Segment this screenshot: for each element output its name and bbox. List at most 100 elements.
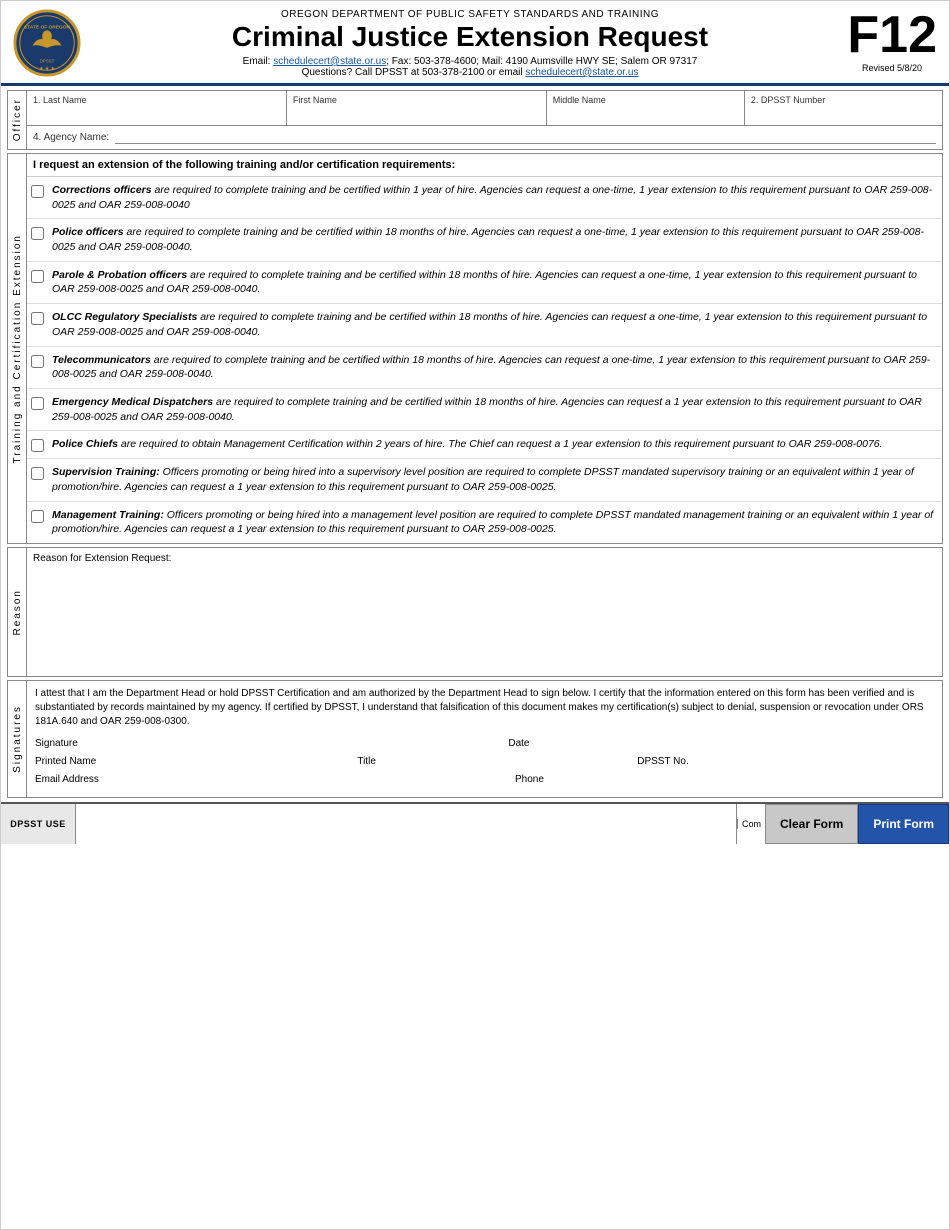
officer-section: Officer 1. Last Name First Name Middle N… <box>7 90 943 150</box>
mail-info: Mail: 4190 Aumsville HWY SE; Salem OR 97… <box>482 56 697 67</box>
phone-input[interactable] <box>550 773 934 785</box>
title-label: Title <box>357 756 376 767</box>
email-phone-row: Email Address Phone <box>35 773 934 785</box>
reason-textarea[interactable] <box>33 568 936 668</box>
sig-statement: I attest that I am the Department Head o… <box>35 687 934 729</box>
svg-text:★ ★ ★: ★ ★ ★ <box>39 66 55 72</box>
reason-for-extension-label: Reason for Extension Request: <box>33 553 936 564</box>
printed-name-row: Printed Name Title DPSST No. <box>35 755 934 767</box>
header-center: OREGON DEPARTMENT OF PUBLIC SAFETY STAND… <box>93 9 847 78</box>
corrections-officers-text: Corrections officers are required to com… <box>52 183 938 212</box>
printed-name-label: Printed Name <box>35 756 96 767</box>
corrections-officers-checkbox[interactable] <box>31 185 44 198</box>
date-label: Date <box>508 738 529 749</box>
last-name-label: 1. Last Name <box>33 95 280 105</box>
training-label: Training and Certification Extension <box>7 153 27 544</box>
police-officers-text: Police officers are required to complete… <box>52 225 938 254</box>
reason-inner: Reason for Extension Request: <box>27 547 943 677</box>
olcc-checkbox[interactable] <box>31 312 44 325</box>
clear-form-button[interactable]: Clear Form <box>765 804 858 844</box>
training-label-text: Training and Certification Extension <box>12 234 23 464</box>
agency-name-input[interactable] <box>115 131 936 144</box>
list-item: Police officers are required to complete… <box>27 219 942 261</box>
emd-checkbox[interactable] <box>31 397 44 410</box>
parole-probation-text: Parole & Probation officers are required… <box>52 268 938 297</box>
email-link[interactable]: schedulecert@state.or.us <box>273 56 386 67</box>
officer-label-text: Officer <box>12 98 23 141</box>
supervision-training-text: Supervision Training: Officers promoting… <box>52 465 938 494</box>
print-form-button[interactable]: Print Form <box>858 804 949 844</box>
agency-row: 4. Agency Name: <box>27 126 942 149</box>
last-name-cell: 1. Last Name <box>27 91 286 125</box>
signatures-label-cell: Signatures <box>7 680 27 798</box>
first-name-input[interactable] <box>293 105 540 117</box>
date-input[interactable] <box>535 737 934 749</box>
dpsst-number-cell: 2. DPSST Number <box>744 91 942 125</box>
list-item: Police Chiefs are required to obtain Man… <box>27 431 942 459</box>
emd-text: Emergency Medical Dispatchers are requir… <box>52 395 938 424</box>
management-training-text: Management Training: Officers promoting … <box>52 508 938 537</box>
management-training-checkbox[interactable] <box>31 510 44 523</box>
reason-section: Reason Reason for Extension Request: <box>7 547 943 677</box>
dept-name: OREGON DEPARTMENT OF PUBLIC SAFETY STAND… <box>93 9 847 20</box>
logo-image: STATE OF OREGON DPSST ★ ★ ★ <box>13 9 81 77</box>
list-item: Supervision Training: Officers promoting… <box>27 459 942 501</box>
signatures-label-text: Signatures <box>12 705 23 773</box>
comment-label: Com <box>742 819 761 829</box>
list-item: Management Training: Officers promoting … <box>27 502 942 543</box>
reason-label-cell: Reason <box>7 547 27 677</box>
printed-name-input[interactable] <box>102 755 341 767</box>
footer-dpsst-use-area <box>76 804 737 844</box>
title-input[interactable] <box>382 755 621 767</box>
officer-fields-wrapper: 1. Last Name First Name Middle Name 2. D… <box>27 90 943 150</box>
parole-probation-checkbox[interactable] <box>31 270 44 283</box>
page: STATE OF OREGON DPSST ★ ★ ★ OREGON DEPAR… <box>0 0 950 1230</box>
signatures-section: Signatures I attest that I am the Depart… <box>7 680 943 798</box>
telecommunicators-text: Telecommunicators are required to comple… <box>52 353 938 382</box>
footer: DPSST USE Com Clear Form Print Form <box>1 802 949 844</box>
dpsst-no-label: DPSST No. <box>637 756 689 767</box>
logo: STATE OF OREGON DPSST ★ ★ ★ <box>13 9 83 79</box>
email2-link[interactable]: schedulecert@state.or.us <box>525 67 638 78</box>
supervision-training-checkbox[interactable] <box>31 467 44 480</box>
email-address-input[interactable] <box>105 773 489 785</box>
training-inner: I request an extension of the following … <box>27 153 943 544</box>
reason-label-text: Reason <box>12 589 23 635</box>
signatures-inner: I attest that I am the Department Head o… <box>27 680 943 798</box>
police-officers-checkbox[interactable] <box>31 227 44 240</box>
dpsst-number-input[interactable] <box>751 105 936 117</box>
list-item: Parole & Probation officers are required… <box>27 262 942 304</box>
police-chiefs-checkbox[interactable] <box>31 439 44 452</box>
middle-name-label: Middle Name <box>553 95 738 105</box>
email-address-label: Email Address <box>35 774 99 785</box>
signature-row: Signature Date <box>35 737 934 749</box>
form-title: Criminal Justice Extension Request <box>93 22 847 53</box>
header: STATE OF OREGON DPSST ★ ★ ★ OREGON DEPAR… <box>1 1 949 86</box>
svg-text:DPSST: DPSST <box>40 58 55 63</box>
training-header: I request an extension of the following … <box>27 154 942 177</box>
signature-label: Signature <box>35 738 78 749</box>
olcc-text: OLCC Regulatory Specialists are required… <box>52 310 938 339</box>
questions-text: Questions? Call DPSST at 503-378-2100 or… <box>302 67 523 78</box>
svg-text:STATE OF OREGON: STATE OF OREGON <box>24 24 71 30</box>
middle-name-cell: Middle Name <box>546 91 744 125</box>
first-name-cell: First Name <box>286 91 546 125</box>
officer-name-row: 1. Last Name First Name Middle Name 2. D… <box>27 91 942 126</box>
training-section: Training and Certification Extension I r… <box>7 153 943 544</box>
main-content: Officer 1. Last Name First Name Middle N… <box>1 90 949 798</box>
last-name-input[interactable] <box>33 105 280 117</box>
email-label: Email: <box>243 56 271 67</box>
phone-label: Phone <box>515 774 544 785</box>
agency-label: 4. Agency Name: <box>33 132 109 143</box>
header-contact: Email: schedulecert@state.or.us; Fax: 50… <box>93 56 847 78</box>
officer-label: Officer <box>7 90 27 150</box>
list-item: Telecommunicators are required to comple… <box>27 347 942 389</box>
list-item: Corrections officers are required to com… <box>27 177 942 219</box>
signature-input[interactable] <box>84 737 483 749</box>
middle-name-input[interactable] <box>553 105 738 117</box>
revised-date: Revised 5/8/20 <box>847 63 937 73</box>
form-number: F12 <box>847 9 937 61</box>
dpsst-no-input[interactable] <box>695 755 934 767</box>
telecommunicators-checkbox[interactable] <box>31 355 44 368</box>
list-item: OLCC Regulatory Specialists are required… <box>27 304 942 346</box>
